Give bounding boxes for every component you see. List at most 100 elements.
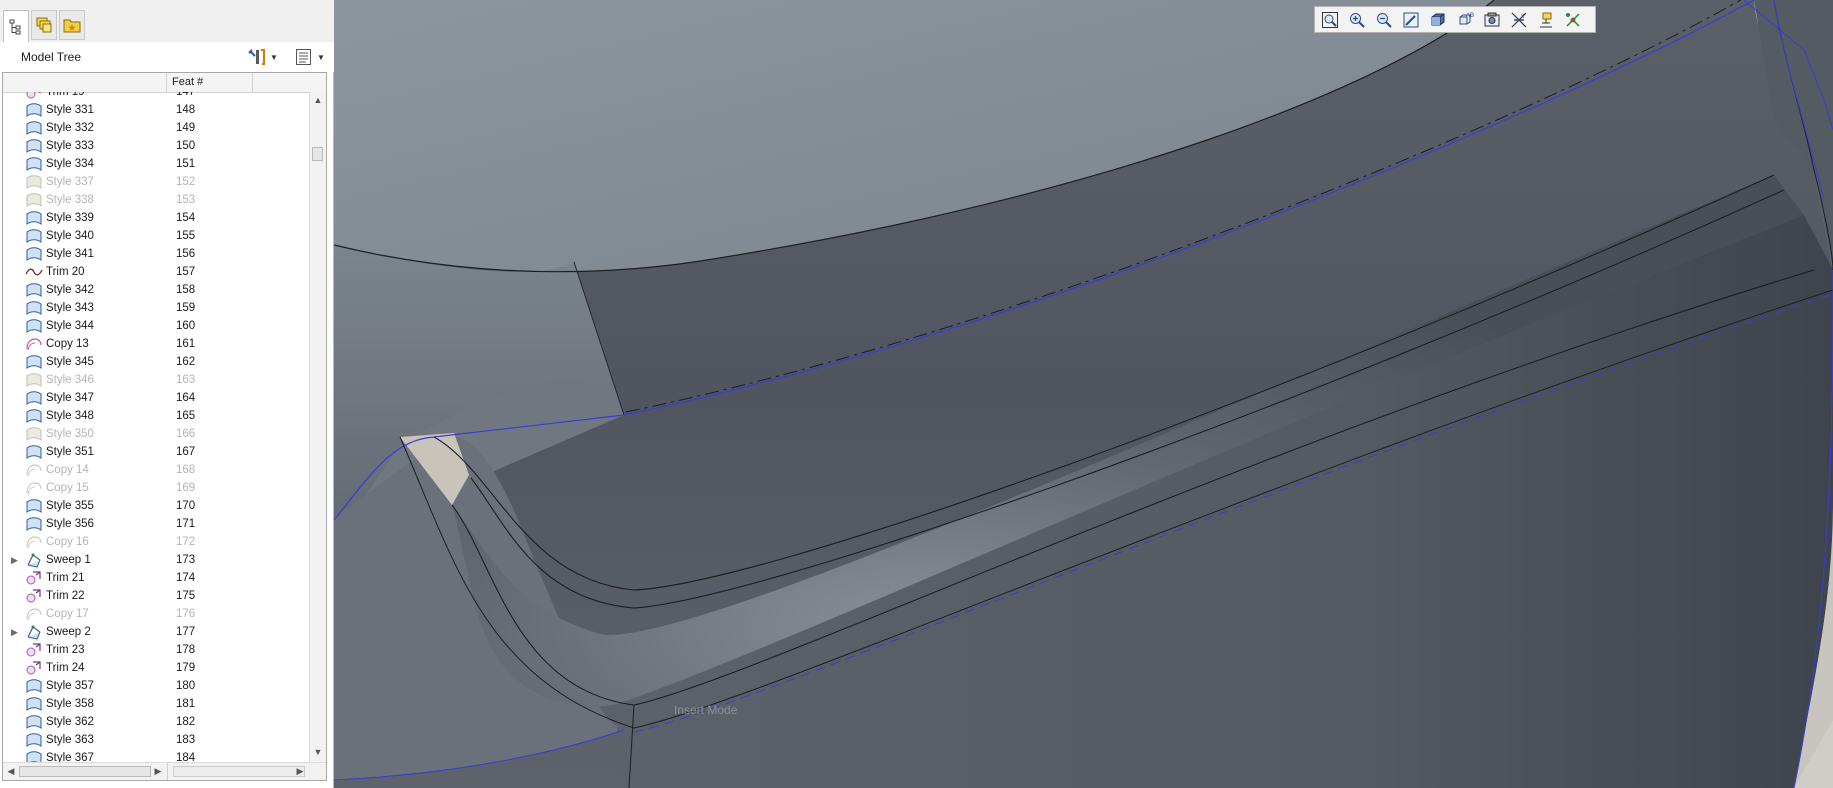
tree-rows: Trim 19 147 Style 331 148 Style 332 149 Style … [3, 92, 309, 762]
model-tree-tab[interactable] [3, 10, 29, 42]
tree-row[interactable]: Style 345 162 [3, 353, 309, 371]
feature-number: 151 [176, 158, 196, 170]
feature-number: 167 [176, 446, 196, 458]
tree-row[interactable]: Style 343 159 [3, 299, 309, 317]
tree-row[interactable]: Style 341 156 [3, 245, 309, 263]
tree-row[interactable]: Style 350 166 [3, 425, 309, 443]
tree-row[interactable]: Copy 16 172 [3, 533, 309, 551]
tree-row[interactable]: Style 337 152 [3, 173, 309, 191]
copy-icon [25, 534, 43, 550]
copy-icon [25, 336, 43, 352]
zoom-out-button[interactable] [1372, 8, 1395, 31]
style-icon [25, 408, 43, 424]
tree-row[interactable]: Trim 20 157 [3, 263, 309, 281]
tree-row[interactable]: Style 342 158 [3, 281, 309, 299]
feature-name: Style 350 [46, 428, 94, 440]
zoom-in-button[interactable] [1345, 8, 1368, 31]
tree-row[interactable]: Style 347 164 [3, 389, 309, 407]
feature-name: Sweep 1 [46, 554, 91, 566]
tree-row[interactable]: Style 332 149 [3, 119, 309, 137]
feature-name: Copy 17 [46, 608, 89, 620]
feature-name: Style 363 [46, 734, 94, 746]
column-header-name[interactable] [3, 73, 167, 92]
vertical-scroll-thumb[interactable] [312, 147, 323, 161]
tree-row[interactable]: ▶ Sweep 2 177 [3, 623, 309, 641]
scroll-right-arrow-icon[interactable]: ▶ [293, 763, 307, 780]
scroll-up-arrow-icon[interactable]: ▲ [310, 92, 326, 108]
style-icon [25, 678, 43, 694]
show-menu-button[interactable]: ▼ [295, 47, 325, 67]
tree-row[interactable]: Style 338 153 [3, 191, 309, 209]
feature-number: 183 [176, 734, 196, 746]
sweep-icon [25, 624, 43, 640]
view-toolbar: AB x [1314, 6, 1596, 33]
tree-row[interactable]: Copy 15 169 [3, 479, 309, 497]
graphics-viewport[interactable]: AB x Insert Mode [334, 0, 1833, 788]
tree-row[interactable]: Style 334 151 [3, 155, 309, 173]
favorites-tab[interactable] [59, 10, 85, 40]
tree-row[interactable]: Trim 21 174 [3, 569, 309, 587]
tree-row[interactable]: Style 340 155 [3, 227, 309, 245]
settings-menu-button[interactable]: ▼ [247, 47, 278, 67]
feature-name: Trim 20 [46, 266, 85, 278]
tree-row[interactable]: Trim 22 175 [3, 587, 309, 605]
feature-name: Style 367 [46, 752, 94, 762]
spin-center-button[interactable] [1561, 8, 1584, 31]
tree-row[interactable]: Style 339 154 [3, 209, 309, 227]
view-manager-button[interactable] [1480, 8, 1503, 31]
tree-row[interactable]: ▶ Sweep 1 173 [3, 551, 309, 569]
tree-row[interactable]: Style 351 167 [3, 443, 309, 461]
tree-row[interactable]: Copy 17 176 [3, 605, 309, 623]
column-header-feat[interactable]: Feat # [167, 73, 253, 92]
tree-row[interactable]: Style 346 163 [3, 371, 309, 389]
feature-number: 168 [176, 464, 196, 476]
tree-row[interactable]: Style 362 182 [3, 713, 309, 731]
tree-row[interactable]: Style 357 180 [3, 677, 309, 695]
feature-name: Style 333 [46, 140, 94, 152]
tree-row[interactable]: Style 344 160 [3, 317, 309, 335]
model-tree-header: Model Tree ▼ ▼ [0, 42, 334, 72]
datum-display-button[interactable]: x [1507, 8, 1530, 31]
scroll-right-arrow-icon[interactable]: ▶ [151, 763, 165, 780]
expand-arrow-icon[interactable]: ▶ [11, 623, 21, 641]
horizontal-scrollbar[interactable]: ◀ ▶ ▶ [3, 762, 326, 780]
tree-row[interactable]: Trim 24 179 [3, 659, 309, 677]
tree-row[interactable]: Style 367 184 [3, 749, 309, 762]
tree-row[interactable]: Style 358 181 [3, 695, 309, 713]
feature-number: 149 [176, 122, 196, 134]
scroll-left-arrow-icon[interactable]: ◀ [4, 763, 18, 780]
display-style-button[interactable] [1426, 8, 1449, 31]
cad-model-surface[interactable] [334, 0, 1833, 788]
feature-number: 182 [176, 716, 196, 728]
tree-row[interactable]: Trim 23 178 [3, 641, 309, 659]
saved-views-button[interactable]: AB [1453, 8, 1476, 31]
tree-row[interactable]: Copy 13 161 [3, 335, 309, 353]
expand-arrow-icon[interactable]: ▶ [11, 551, 21, 569]
tree-row[interactable]: Trim 19 147 [3, 92, 309, 101]
scroll-down-arrow-icon[interactable]: ▼ [310, 744, 326, 760]
refit-button[interactable] [1318, 8, 1341, 31]
feature-number: 162 [176, 356, 196, 368]
repaint-icon [1403, 12, 1418, 27]
annotation-display-button[interactable] [1534, 8, 1557, 31]
feature-number: 177 [176, 626, 196, 638]
feature-name: Style 339 [46, 212, 94, 224]
tree-row[interactable]: Style 331 148 [3, 101, 309, 119]
style-icon [25, 696, 43, 712]
vertical-scrollbar[interactable]: ▲ ▼ [309, 92, 326, 762]
tree-row[interactable]: Style 363 183 [3, 731, 309, 749]
feature-name: Copy 14 [46, 464, 89, 476]
tree-row[interactable]: Style 356 171 [3, 515, 309, 533]
horizontal-scroll-thumb[interactable] [19, 766, 151, 777]
tree-row[interactable]: Copy 14 168 [3, 461, 309, 479]
copy-icon [25, 480, 43, 496]
feature-number: 176 [176, 608, 196, 620]
insert-mode-label: Insert Mode [674, 703, 738, 717]
tree-row[interactable]: Style 355 170 [3, 497, 309, 515]
layer-tree-tab[interactable] [31, 10, 57, 40]
tree-row[interactable]: Style 348 165 [3, 407, 309, 425]
repaint-button[interactable] [1399, 8, 1422, 31]
feature-name: Style 348 [46, 410, 94, 422]
tree-row[interactable]: Style 333 150 [3, 137, 309, 155]
horizontal-scroll-thumb-2[interactable] [173, 766, 305, 777]
